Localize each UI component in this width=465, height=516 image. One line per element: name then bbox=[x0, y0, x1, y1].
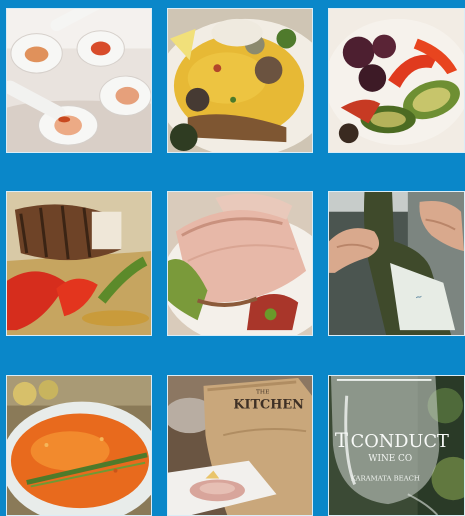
photo-seared-tuna[interactable] bbox=[167, 191, 313, 336]
roasted-vegetables-image bbox=[329, 9, 464, 152]
photo-wine-bottle[interactable]: ~ bbox=[328, 191, 465, 336]
glass-text-brand: CONDUCT bbox=[351, 432, 449, 452]
bag-text-kitchen: KITCHEN bbox=[233, 398, 304, 413]
saffron-rice-image bbox=[168, 9, 312, 152]
photo-roasted-vegetables[interactable] bbox=[328, 8, 465, 153]
photo-soup-bowl[interactable] bbox=[6, 375, 152, 516]
glass-text-prefix: T bbox=[335, 429, 348, 452]
soup-bowl-image bbox=[7, 376, 151, 515]
photo-spoon-appetizers[interactable] bbox=[6, 8, 152, 153]
photo-saffron-rice-dish[interactable] bbox=[167, 8, 313, 153]
glass-text-sub: WINE CO bbox=[368, 454, 412, 464]
spoon-appetizers-image bbox=[7, 9, 151, 152]
glass-text-location: KARAMATA BEACH bbox=[351, 474, 420, 482]
kitchen-bag-image: THE KITCHEN bbox=[168, 376, 312, 515]
wine-glass-image: T CONDUCT WINE CO KARAMATA BEACH bbox=[329, 376, 464, 515]
wine-bottle-image: ~ bbox=[329, 192, 464, 335]
bag-text-the: THE bbox=[256, 390, 269, 396]
photo-wine-glass[interactable]: T CONDUCT WINE CO KARAMATA BEACH bbox=[328, 375, 465, 516]
photo-grilled-fish[interactable] bbox=[6, 191, 152, 336]
grilled-fish-image bbox=[7, 192, 151, 335]
seared-tuna-image bbox=[168, 192, 312, 335]
photo-kitchen-bag[interactable]: THE KITCHEN bbox=[167, 375, 313, 516]
